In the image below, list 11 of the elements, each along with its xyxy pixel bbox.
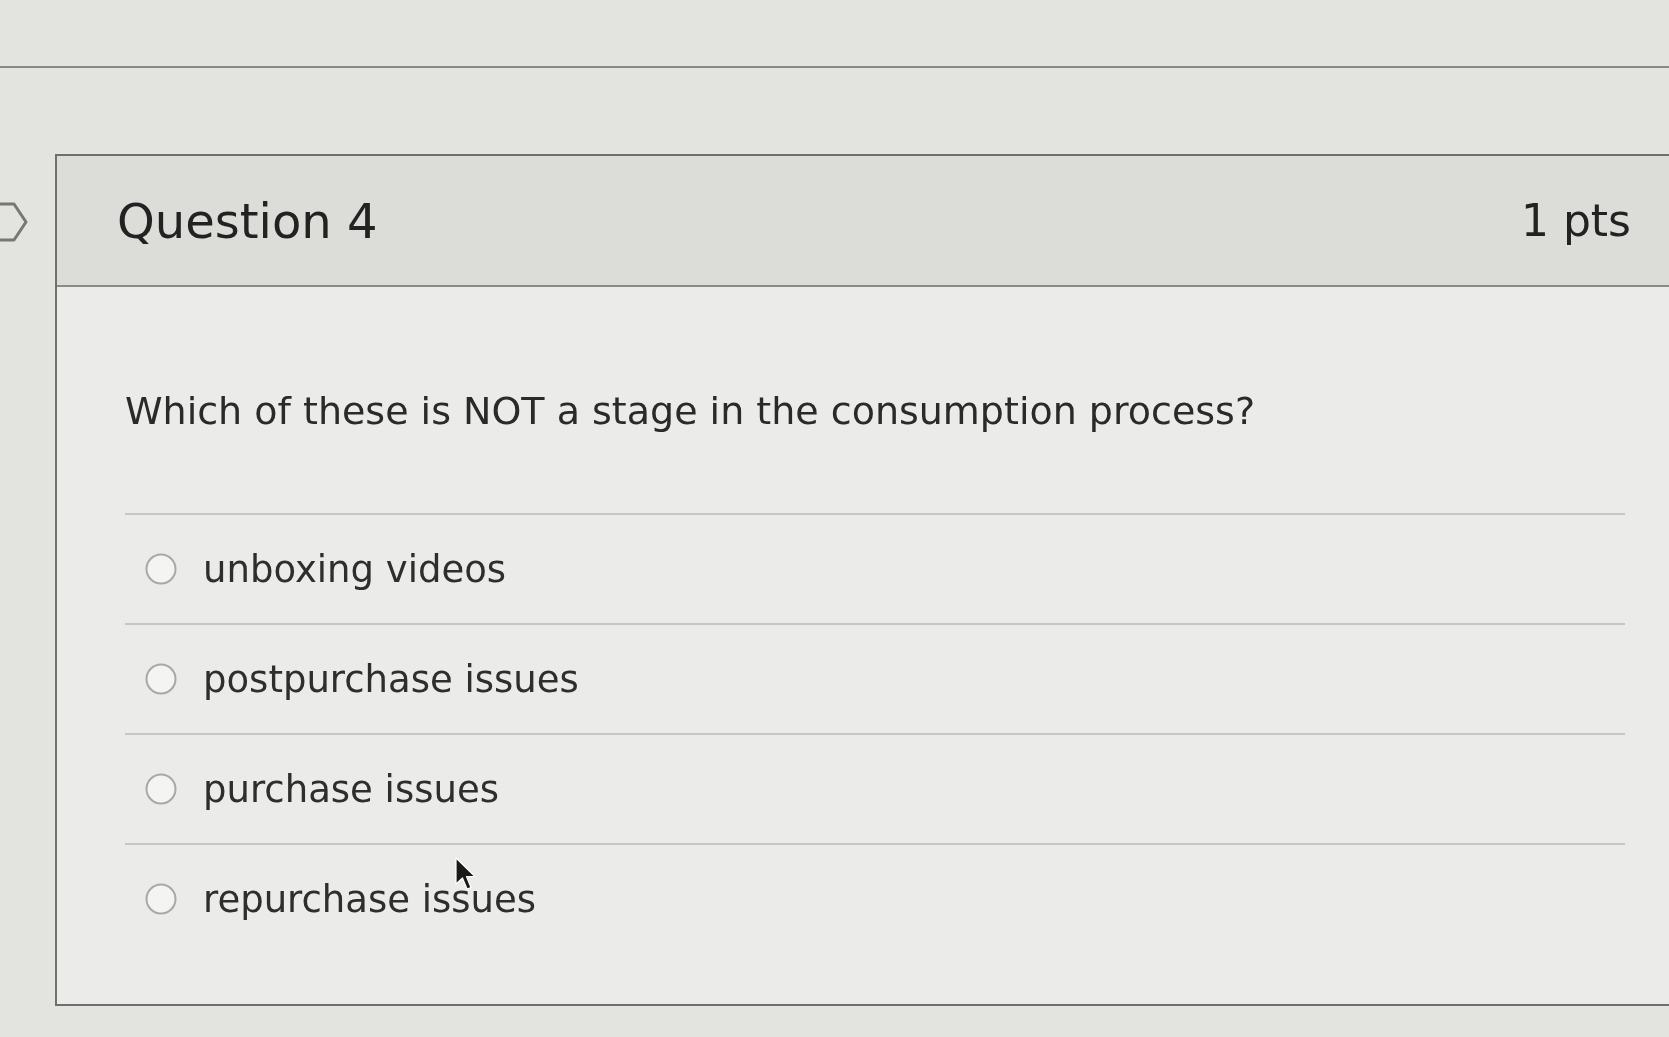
radio-button[interactable] <box>145 773 177 805</box>
radio-button[interactable] <box>145 883 177 915</box>
points-label: 1 pts <box>1520 195 1631 246</box>
option-label[interactable]: postpurchase issues <box>203 657 579 701</box>
option-label[interactable]: unboxing videos <box>203 547 507 591</box>
radio-button[interactable] <box>145 553 177 585</box>
question-title: Question 4 <box>117 192 378 249</box>
radio-button[interactable] <box>145 663 177 695</box>
question-text: Which of these is NOT a stage in the consumption process? <box>125 389 1257 433</box>
option-label[interactable]: repurchase issues <box>203 877 537 921</box>
option-label[interactable]: purchase issues <box>203 767 499 811</box>
